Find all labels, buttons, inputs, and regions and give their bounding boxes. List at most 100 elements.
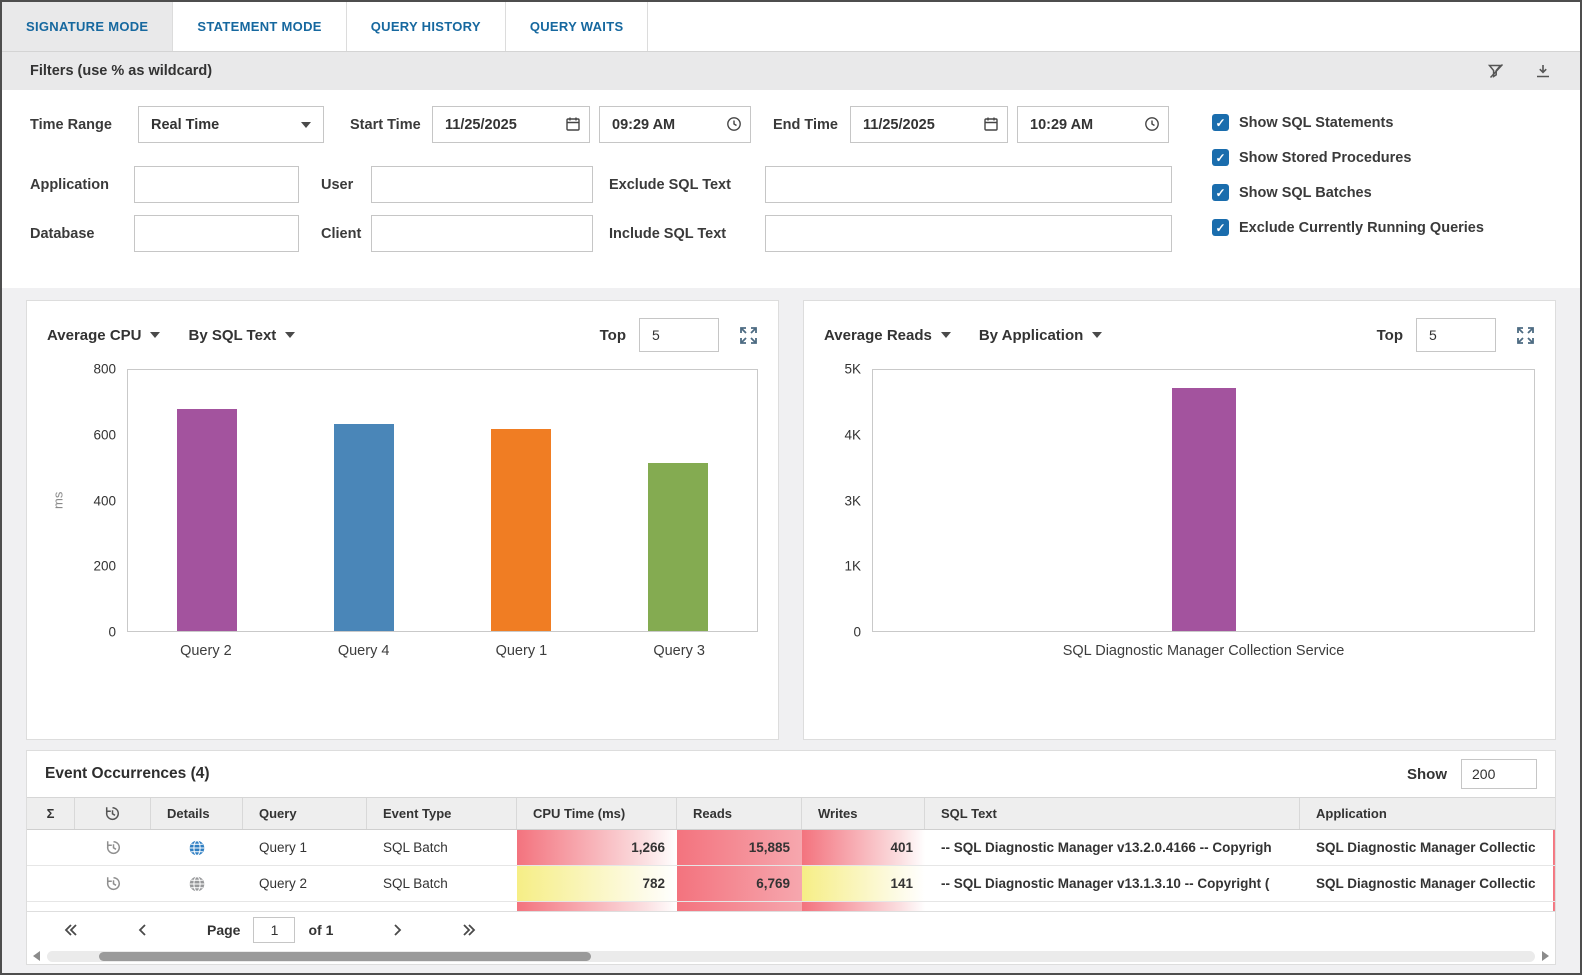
page-count-label: of 1 (308, 922, 334, 938)
client-label: Client (321, 225, 362, 242)
show-count-input[interactable] (1461, 759, 1537, 789)
end-time-label: End Time (773, 116, 838, 133)
top-count-input[interactable] (639, 318, 719, 352)
y-tick-label: 0 (853, 624, 861, 640)
include-sql-text-label: Include SQL Text (609, 225, 727, 242)
bar[interactable] (491, 428, 552, 631)
checkbox-label: Show Stored Procedures (1239, 149, 1412, 166)
page-number-input[interactable] (253, 917, 296, 943)
application-input[interactable] (134, 166, 299, 203)
history-cell[interactable] (75, 902, 151, 911)
sql-text-cell: -- SQL Diagnostic Manager v13.1.3.10 -- … (941, 876, 1270, 891)
average-cpu-chart-panel: Average CPU By SQL Text Top ms 800 600 400… (26, 300, 779, 740)
bar-slot (285, 370, 442, 631)
first-page-button[interactable] (63, 922, 79, 938)
top-label: Top (599, 326, 626, 344)
reads-cell (677, 902, 802, 911)
bar[interactable] (1171, 388, 1236, 631)
include-sql-text-input[interactable] (765, 215, 1172, 252)
start-clock-input[interactable] (599, 106, 751, 143)
reads-cell: 15,885 (677, 830, 802, 865)
time-range-select[interactable]: Real Time (138, 106, 324, 143)
details-cell[interactable] (151, 902, 243, 911)
tab-signature-mode[interactable]: SIGNATURE MODE (2, 2, 174, 51)
column-header-sigma[interactable]: Σ (27, 798, 75, 829)
checkbox-label: Show SQL Batches (1239, 184, 1372, 201)
client-input[interactable] (371, 215, 593, 252)
scroll-left-arrow[interactable] (33, 951, 40, 961)
cpu-time-cell (517, 902, 677, 911)
top-count-input[interactable] (1416, 318, 1496, 352)
bar-slot (443, 370, 600, 631)
sigma-cell (27, 866, 75, 901)
scrollbar-thumb[interactable] (99, 951, 591, 961)
query-cell: Query 1 (259, 840, 308, 855)
bar[interactable] (176, 409, 237, 631)
y-axis-label: ms (50, 491, 66, 510)
expand-icon[interactable] (1516, 326, 1535, 345)
column-header-history[interactable] (75, 798, 151, 829)
details-cell[interactable] (151, 866, 243, 901)
column-header-query[interactable]: Query (243, 798, 367, 829)
tab-query-waits[interactable]: QUERY WAITS (506, 2, 649, 51)
history-icon[interactable] (105, 875, 122, 892)
category-axis: Query 2 Query 4 Query 1 Query 3 (127, 643, 758, 659)
plot-area (127, 369, 758, 632)
last-page-button[interactable] (461, 922, 477, 938)
previous-page-button[interactable] (135, 922, 151, 938)
tab-label: STATEMENT MODE (197, 19, 322, 34)
user-input[interactable] (371, 166, 593, 203)
history-cell[interactable] (75, 830, 151, 865)
checkbox-checked-icon: ✓ (1212, 219, 1229, 236)
metric-dropdown[interactable]: Average CPU (47, 327, 161, 344)
tab-query-history[interactable]: QUERY HISTORY (347, 2, 506, 51)
collapse-filters-icon[interactable] (1534, 62, 1552, 80)
checkbox-label: Exclude Currently Running Queries (1239, 219, 1484, 236)
checkbox-show-sql-batches[interactable]: ✓ Show SQL Batches (1212, 184, 1484, 201)
cpu-time-cell: 782 (517, 866, 677, 901)
y-tick-label: 0 (108, 624, 116, 640)
column-header-application[interactable]: Application (1300, 798, 1555, 829)
tab-label: QUERY HISTORY (370, 19, 481, 34)
category-axis: SQL Diagnostic Manager Collection Servic… (872, 643, 1535, 659)
column-header-writes[interactable]: Writes (802, 798, 925, 829)
tab-statement-mode[interactable]: STATEMENT MODE (173, 2, 347, 51)
expand-icon[interactable] (739, 326, 758, 345)
column-header-sql-text[interactable]: SQL Text (925, 798, 1300, 829)
next-page-button[interactable] (389, 922, 405, 938)
column-header-details[interactable]: Details (151, 798, 243, 829)
metric-dropdown-label: Average Reads (824, 326, 932, 344)
scrollbar-track[interactable] (47, 950, 1535, 962)
groupby-dropdown[interactable]: By Application (979, 327, 1103, 344)
end-date-input[interactable] (850, 106, 1008, 143)
bar[interactable] (648, 462, 709, 631)
scroll-right-arrow[interactable] (1542, 951, 1549, 961)
bar[interactable] (333, 423, 394, 631)
exclude-sql-text-input[interactable] (765, 166, 1172, 203)
event-occurrences-panel: Event Occurrences (4) Show Σ Details Que… (26, 750, 1556, 965)
checkbox-show-sql-statements[interactable]: ✓ Show SQL Statements (1212, 114, 1484, 131)
checkbox-exclude-running-queries[interactable]: ✓ Exclude Currently Running Queries (1212, 219, 1484, 236)
horizontal-scrollbar[interactable] (27, 948, 1555, 964)
history-cell[interactable] (75, 866, 151, 901)
globe-icon[interactable] (188, 839, 206, 857)
history-icon[interactable] (105, 839, 122, 856)
writes-cell: 401 (802, 830, 925, 865)
column-header-reads[interactable]: Reads (677, 798, 802, 829)
end-clock-input[interactable] (1017, 106, 1169, 143)
application-cell: SQL Diagnostic Manager Collectic (1316, 840, 1536, 855)
column-header-cpu-time[interactable]: CPU Time (ms) (517, 798, 677, 829)
metric-dropdown[interactable]: Average Reads (824, 327, 951, 344)
clear-filter-icon[interactable] (1486, 61, 1506, 81)
details-cell[interactable] (151, 830, 243, 865)
column-header-event-type[interactable]: Event Type (367, 798, 517, 829)
checkbox-checked-icon: ✓ (1212, 184, 1229, 201)
globe-icon[interactable] (188, 875, 206, 893)
start-date-input[interactable] (432, 106, 590, 143)
checkbox-show-stored-procedures[interactable]: ✓ Show Stored Procedures (1212, 149, 1484, 166)
database-input[interactable] (134, 215, 299, 252)
y-axis: 800 600 400 200 0 (69, 362, 127, 640)
overflow-heat-cell (1553, 866, 1555, 901)
app-window: SIGNATURE MODE STATEMENT MODE QUERY HIST… (0, 0, 1582, 975)
groupby-dropdown[interactable]: By SQL Text (188, 327, 296, 344)
